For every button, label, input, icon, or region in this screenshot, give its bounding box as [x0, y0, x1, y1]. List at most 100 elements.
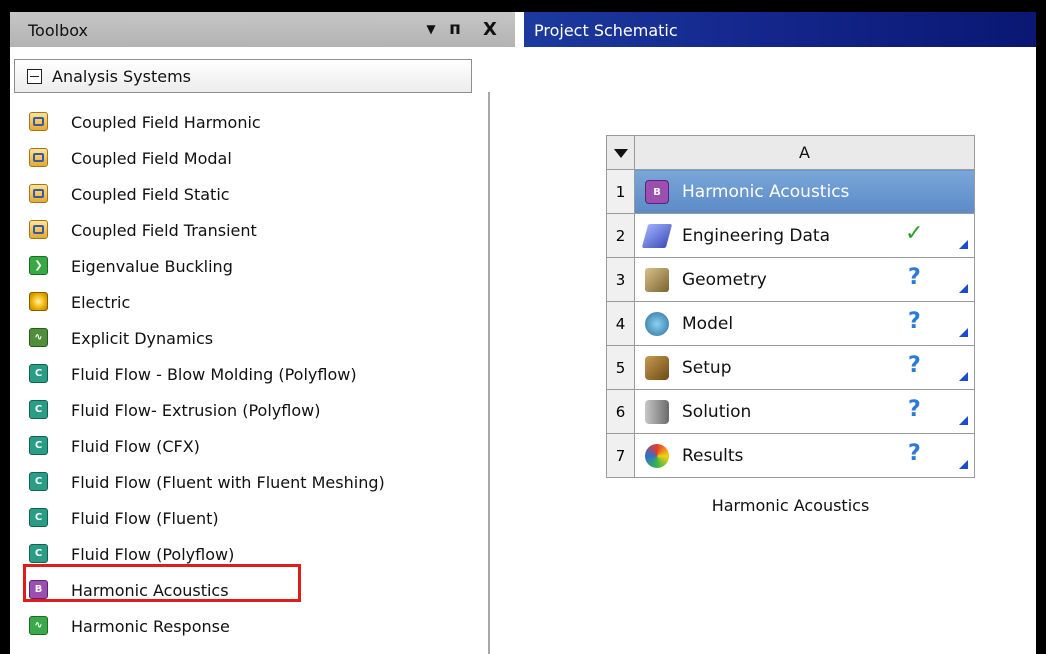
corner-arrow-icon[interactable]	[959, 416, 968, 425]
toolbox-panel: Toolbox ▼ ᴨ X Analysis Systems Coupled F…	[10, 12, 515, 654]
corner-arrow-icon[interactable]	[959, 372, 968, 381]
cell-engineering-data[interactable]: Engineering Data ✓	[634, 213, 975, 258]
fluid-flow-icon: C	[29, 472, 48, 491]
setup-icon	[645, 356, 669, 380]
schematic-header: Project Schematic	[524, 12, 1036, 47]
scrollbar-track[interactable]	[488, 92, 490, 654]
cell-label: Solution	[682, 402, 752, 422]
system-row-results[interactable]: 7 Results ?	[606, 433, 975, 478]
electric-icon	[29, 292, 48, 311]
row-number: 1	[606, 169, 635, 214]
cell-model[interactable]: Model ?	[634, 301, 975, 346]
corner-arrow-icon[interactable]	[959, 284, 968, 293]
tool-item-coupled-field-transient[interactable]: Coupled Field Transient	[10, 212, 480, 248]
harmonic-acoustics-icon: B	[645, 180, 669, 204]
tool-item-coupled-field-static[interactable]: Coupled Field Static	[10, 176, 480, 212]
fluid-flow-icon: C	[29, 508, 48, 527]
analysis-system-block[interactable]: A 1 B Harmonic Acoustics 2 Engineering D…	[606, 135, 975, 515]
tool-item-eigenvalue-buckling[interactable]: ❯ Eigenvalue Buckling	[10, 248, 480, 284]
project-schematic-panel[interactable]: Project Schematic A 1 B Harmonic Acousti…	[524, 12, 1036, 654]
tool-item-fluid-flow-fluent-meshing[interactable]: C Fluid Flow (Fluent with Fluent Meshing…	[10, 464, 480, 500]
tool-item-label: Coupled Field Modal	[71, 149, 232, 168]
schematic-title: Project Schematic	[534, 21, 678, 40]
cell-harmonic-acoustics[interactable]: B Harmonic Acoustics	[634, 169, 975, 214]
solution-icon	[645, 400, 669, 424]
highlight-annotation-box	[23, 564, 301, 602]
close-icon[interactable]: X	[479, 18, 501, 40]
system-header-row: A	[606, 135, 975, 170]
tool-item-coupled-field-harmonic[interactable]: Coupled Field Harmonic	[10, 104, 480, 140]
results-icon	[645, 444, 669, 468]
workbench-window: Toolbox ▼ ᴨ X Analysis Systems Coupled F…	[10, 12, 1036, 654]
dropdown-icon[interactable]: ▼	[420, 18, 442, 40]
row-number: 6	[606, 389, 635, 434]
question-icon: ?	[908, 265, 921, 290]
tool-item-label: Fluid Flow (Fluent with Fluent Meshing)	[71, 473, 385, 492]
system-table: A 1 B Harmonic Acoustics 2 Engineering D…	[606, 135, 975, 478]
system-row-solution[interactable]: 6 Solution ?	[606, 389, 975, 434]
corner-arrow-icon[interactable]	[959, 240, 968, 249]
explicit-icon: ∿	[29, 328, 48, 347]
system-caption[interactable]: Harmonic Acoustics	[606, 496, 975, 515]
cell-label: Results	[682, 446, 744, 466]
system-row-geometry[interactable]: 3 Geometry ?	[606, 257, 975, 302]
system-row-model[interactable]: 4 Model ?	[606, 301, 975, 346]
collapse-icon[interactable]	[27, 68, 42, 84]
fluid-flow-icon: C	[29, 436, 48, 455]
question-icon: ?	[908, 397, 921, 422]
eigenvalue-icon: ❯	[29, 256, 48, 275]
tool-item-fluid-flow-extrusion[interactable]: C Fluid Flow- Extrusion (Polyflow)	[10, 392, 480, 428]
cell-label: Geometry	[682, 270, 767, 290]
corner-arrow-icon[interactable]	[959, 328, 968, 337]
check-icon: ✓	[905, 221, 924, 246]
cell-geometry[interactable]: Geometry ?	[634, 257, 975, 302]
corner-arrow-icon[interactable]	[959, 460, 968, 469]
coupled-field-icon	[29, 220, 48, 239]
category-label: Analysis Systems	[52, 66, 192, 86]
tool-item-label: Coupled Field Static	[71, 185, 230, 204]
fluid-flow-icon: C	[29, 400, 48, 419]
tool-item-label: Fluid Flow (CFX)	[71, 437, 200, 456]
tool-item-label: Eigenvalue Buckling	[71, 257, 233, 276]
system-row-title[interactable]: 1 B Harmonic Acoustics	[606, 169, 975, 214]
tool-item-label: Fluid Flow - Blow Molding (Polyflow)	[71, 365, 357, 384]
row-number: 2	[606, 213, 635, 258]
category-analysis-systems[interactable]: Analysis Systems	[14, 59, 472, 93]
cell-setup[interactable]: Setup ?	[634, 345, 975, 390]
dropdown-arrow-icon[interactable]	[614, 149, 628, 158]
coupled-field-icon	[29, 112, 48, 131]
geometry-icon	[645, 268, 669, 292]
column-header: A	[634, 135, 975, 170]
engineering-data-icon	[641, 224, 673, 248]
cell-label: Setup	[682, 358, 732, 378]
tool-item-electric[interactable]: Electric	[10, 284, 480, 320]
cell-label: Harmonic Acoustics	[682, 182, 850, 202]
analysis-systems-list: Coupled Field Harmonic Coupled Field Mod…	[10, 104, 480, 644]
tool-item-fluid-flow-blow-molding[interactable]: C Fluid Flow - Blow Molding (Polyflow)	[10, 356, 480, 392]
tool-item-coupled-field-modal[interactable]: Coupled Field Modal	[10, 140, 480, 176]
cell-solution[interactable]: Solution ?	[634, 389, 975, 434]
row-number: 5	[606, 345, 635, 390]
row-number: 7	[606, 433, 635, 478]
harmonic-response-icon: ∿	[29, 616, 48, 635]
fluid-flow-icon: C	[29, 364, 48, 383]
cell-label: Engineering Data	[682, 226, 830, 246]
coupled-field-icon	[29, 148, 48, 167]
tool-item-fluid-flow-fluent[interactable]: C Fluid Flow (Fluent)	[10, 500, 480, 536]
system-row-setup[interactable]: 5 Setup ?	[606, 345, 975, 390]
tool-item-explicit-dynamics[interactable]: ∿ Explicit Dynamics	[10, 320, 480, 356]
tool-item-label: Harmonic Response	[71, 617, 230, 636]
question-icon: ?	[908, 309, 921, 334]
fluid-flow-icon: C	[29, 544, 48, 563]
system-row-engineering-data[interactable]: 2 Engineering Data ✓	[606, 213, 975, 258]
system-menu-arrow[interactable]	[606, 135, 635, 170]
tool-item-fluid-flow-cfx[interactable]: C Fluid Flow (CFX)	[10, 428, 480, 464]
tool-item-label: Electric	[71, 293, 131, 312]
tool-item-label: Fluid Flow (Fluent)	[71, 509, 219, 528]
pin-icon[interactable]: ᴨ	[444, 18, 466, 40]
tool-item-label: Coupled Field Harmonic	[71, 113, 261, 132]
tool-item-harmonic-response[interactable]: ∿ Harmonic Response	[10, 608, 480, 644]
cell-label: Model	[682, 314, 734, 334]
question-icon: ?	[908, 353, 921, 378]
cell-results[interactable]: Results ?	[634, 433, 975, 478]
